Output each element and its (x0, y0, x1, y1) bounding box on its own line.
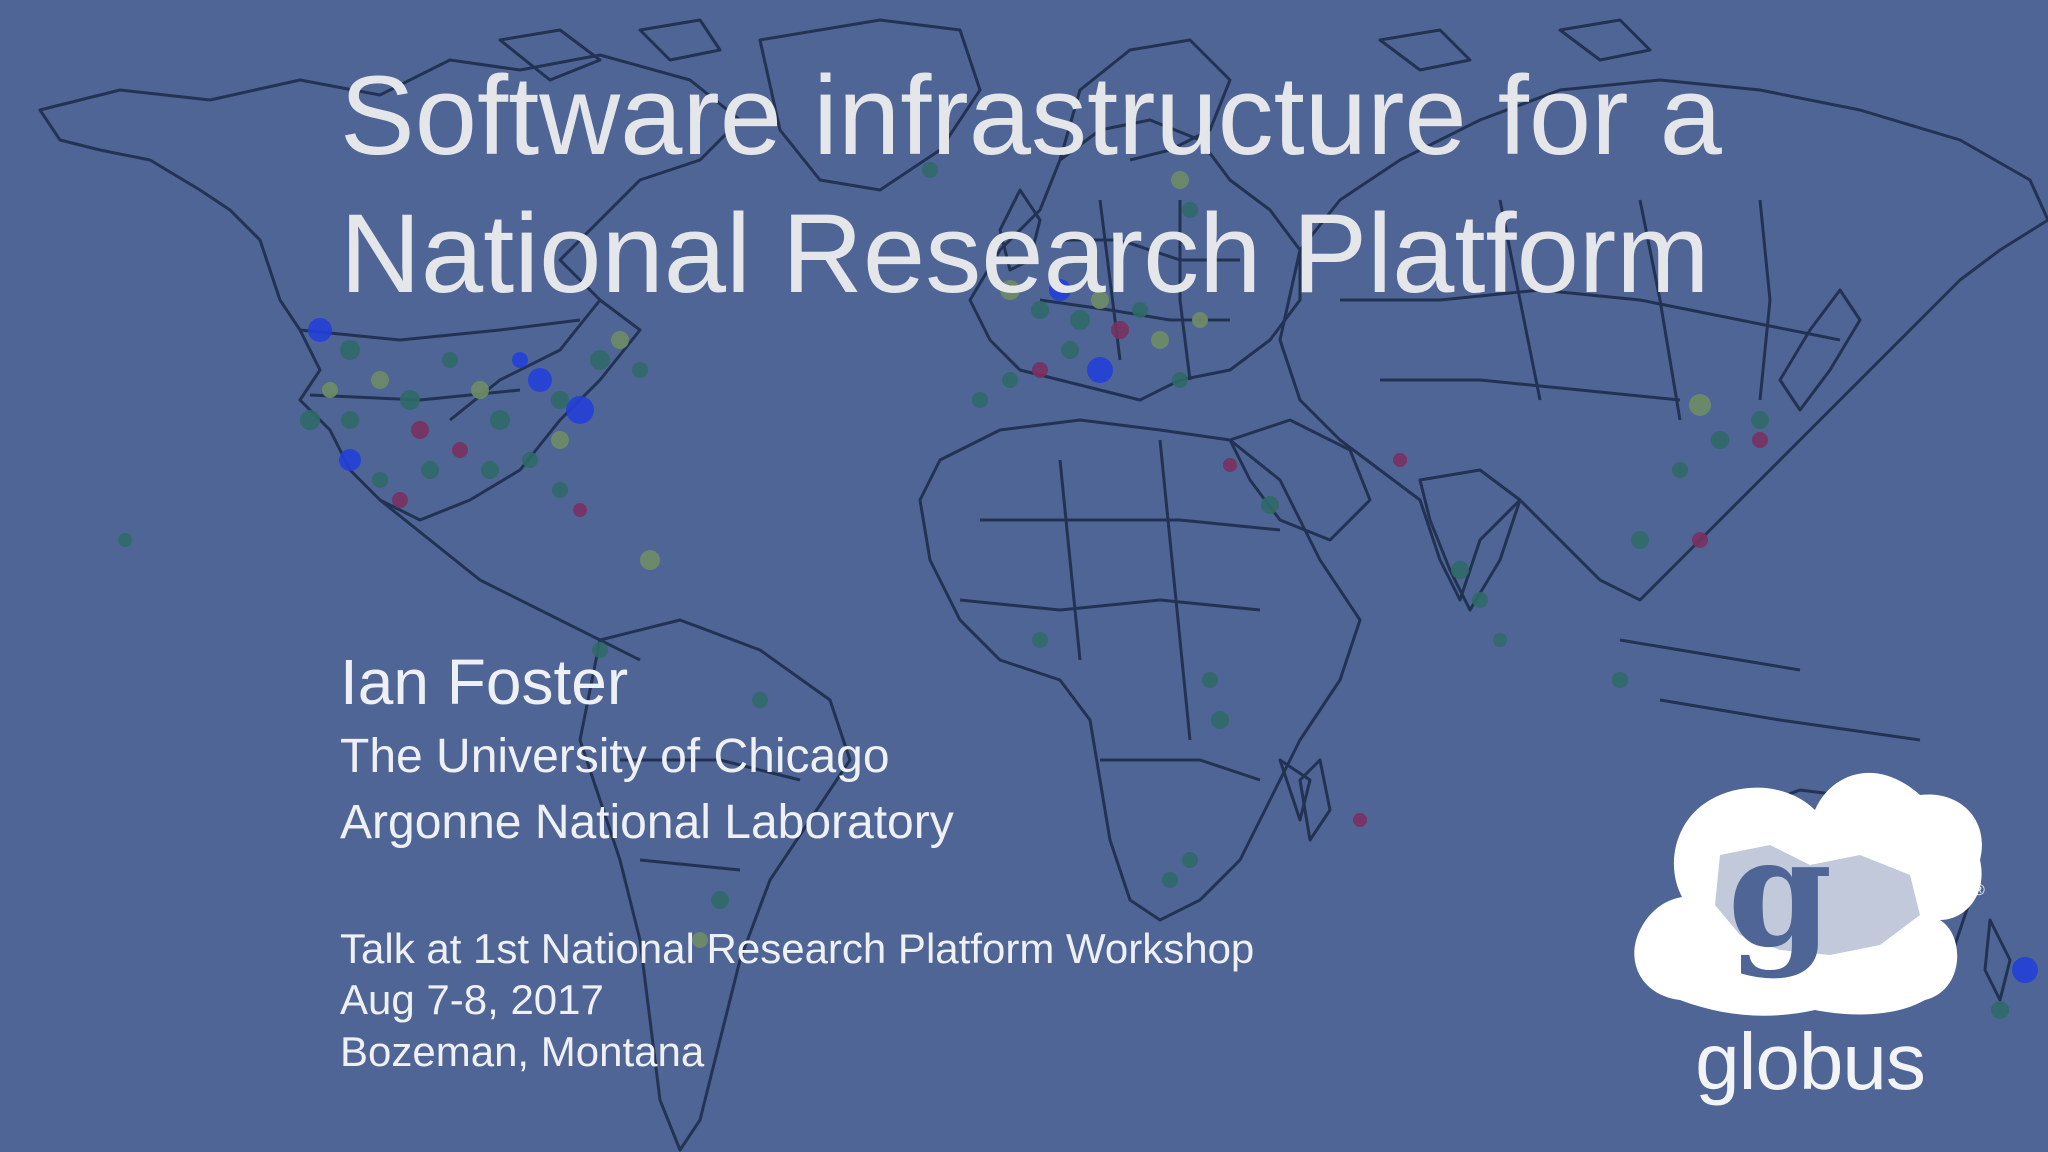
registered-mark: ® (1973, 882, 1985, 899)
central-america-outline (379, 498, 641, 662)
talk-date: Aug 7-8, 2017 (340, 976, 604, 1023)
title-slide: Software infrastructure for a National R… (0, 0, 2048, 1152)
talk-location: Bozeman, Montana (340, 1028, 705, 1075)
africa-outline (918, 418, 1362, 922)
slide-title-line-1: Software infrastructure for a (340, 53, 1722, 178)
globus-g-letter: g (1728, 805, 1833, 981)
affiliation-university: The University of Chicago (340, 730, 890, 783)
speaker-name: Ian Foster (340, 646, 629, 718)
talk-event: Talk at 1st National Research Platform W… (340, 925, 1255, 972)
slide-title-line-2: National Research Platform (340, 191, 1710, 316)
affiliation-lab: Argonne National Laboratory (340, 796, 954, 849)
globus-wordmark: globus (1695, 1017, 1926, 1106)
